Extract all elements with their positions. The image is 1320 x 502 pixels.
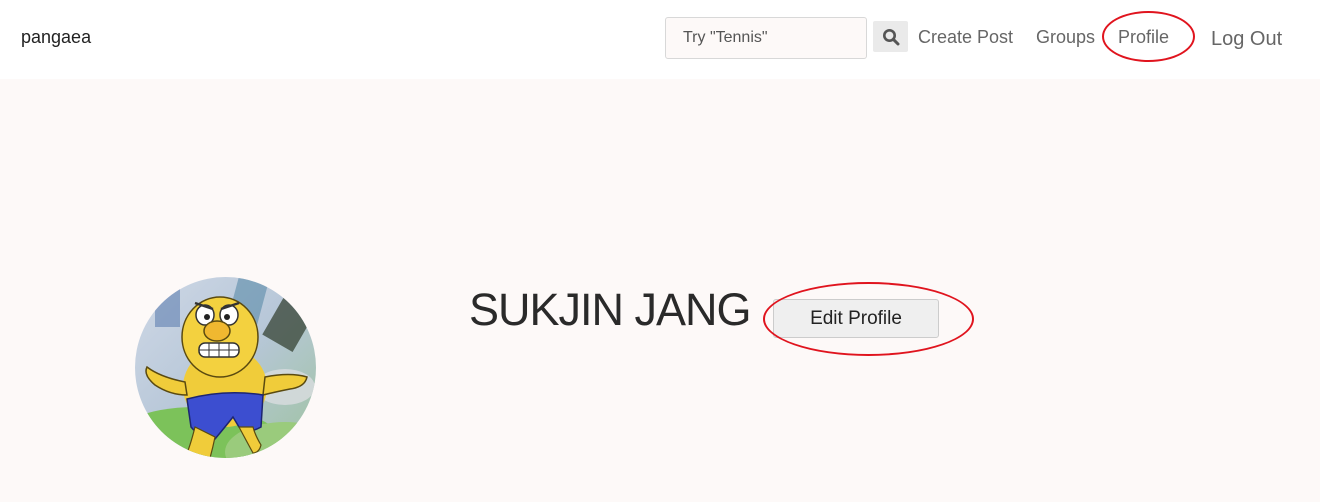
search-input[interactable] xyxy=(665,17,867,59)
nav-groups[interactable]: Groups xyxy=(1036,27,1095,48)
avatar xyxy=(135,277,316,458)
top-navbar: pangaea Create Post Groups Profile Log O… xyxy=(0,0,1320,79)
search-button[interactable] xyxy=(873,21,908,52)
brand-logo[interactable]: pangaea xyxy=(21,27,91,48)
profile-name: SUKJIN JANG xyxy=(469,284,752,335)
edit-profile-button[interactable]: Edit Profile xyxy=(773,299,939,338)
cartoon-character-avatar-icon xyxy=(135,277,316,458)
search-icon xyxy=(882,28,899,45)
nav-profile[interactable]: Profile xyxy=(1118,27,1169,48)
nav-create-post[interactable]: Create Post xyxy=(918,27,1013,48)
nav-log-out[interactable]: Log Out xyxy=(1211,28,1282,51)
